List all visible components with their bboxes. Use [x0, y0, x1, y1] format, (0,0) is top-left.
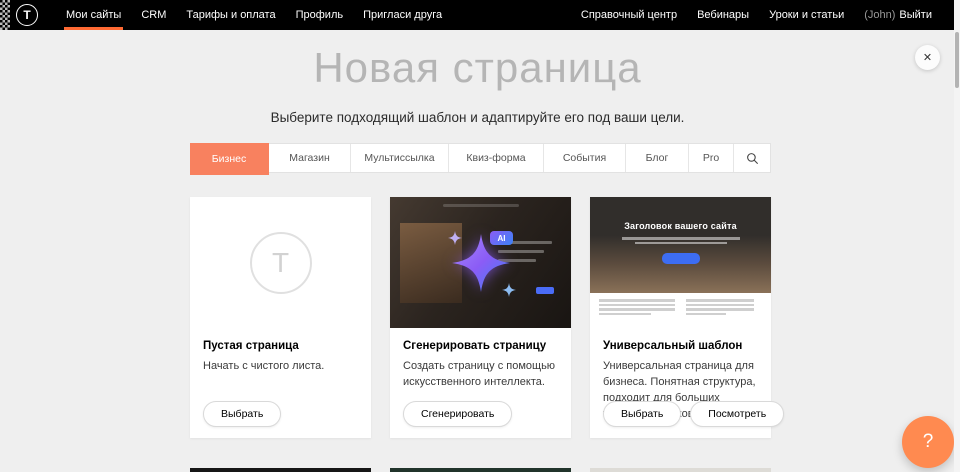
preview-text-line [599, 299, 675, 302]
preview-text-line [686, 308, 754, 311]
small-sparkle-icon [502, 283, 516, 297]
help-button[interactable]: ? [902, 416, 954, 468]
logout-link[interactable]: (John) Выйти [854, 0, 942, 30]
page-title: Новая страница [0, 44, 955, 92]
nav-tariffs[interactable]: Тарифы и оплата [176, 0, 285, 30]
card-body: Сгенерировать страницу Создать страницу … [390, 328, 571, 391]
left-edge-pattern [0, 0, 10, 30]
small-sparkle-icon [448, 231, 462, 245]
card-description: Создать страницу с помощью искусственног… [403, 359, 558, 391]
card-title: Универсальный шаблон [603, 340, 758, 352]
choose-blank-button[interactable]: Выбрать [203, 401, 281, 427]
preview-hero: Заголовок вашего сайта [590, 197, 771, 293]
preview-text-line [686, 304, 754, 307]
nav-webinars[interactable]: Вебинары [687, 0, 759, 30]
tab-business[interactable]: Бизнес [190, 143, 269, 175]
card-universal-template: Заголовок вашего сайта [590, 197, 771, 438]
account-user-name: (John) [864, 9, 895, 21]
card-generate-page: AI Сгенерировать страницу Создать страни… [390, 197, 571, 438]
preview-button-block [536, 287, 554, 294]
scrollbar-track [954, 0, 960, 472]
ai-generate-preview: AI [390, 197, 571, 328]
card-description: Начать с чистого листа. [203, 359, 358, 375]
tab-events[interactable]: События [544, 144, 626, 172]
template-cards-row: T Пустая страница Начать с чистого листа… [190, 197, 771, 438]
preview-text-line [686, 313, 726, 316]
preview-site-heading: Заголовок вашего сайта [590, 221, 771, 231]
nav-profile[interactable]: Профиль [286, 0, 354, 30]
card-title: Пустая страница [203, 340, 358, 352]
generate-button[interactable]: Сгенерировать [403, 401, 512, 427]
logout-label: Выйти [899, 9, 932, 21]
tilda-watermark-icon: T [250, 232, 312, 294]
preview-subtext-line [635, 242, 727, 245]
preview-text-line [599, 308, 675, 311]
tab-multilink[interactable]: Мультиссылка [351, 144, 449, 172]
template-card-partial[interactable] [590, 468, 771, 472]
preview-text-line [599, 313, 651, 316]
template-card-partial[interactable] [390, 468, 571, 472]
choose-template-button[interactable]: Выбрать [603, 401, 681, 427]
search-icon [746, 152, 759, 165]
preview-subtext-line [622, 237, 740, 240]
card-buttons: Выбрать Посмотреть [603, 401, 784, 427]
card-buttons: Выбрать [203, 401, 281, 427]
nav-invite-friend[interactable]: Пригласи друга [353, 0, 452, 30]
nav-my-sites[interactable]: Мои сайты [56, 0, 131, 30]
next-templates-row [190, 468, 771, 472]
blank-page-preview: T [190, 197, 371, 328]
tab-quiz-form[interactable]: Квиз-форма [449, 144, 544, 172]
preview-text-line [686, 299, 754, 302]
tab-blog[interactable]: Блог [626, 144, 689, 172]
new-page-modal-screen: T Мои сайты CRM Тарифы и оплата Профиль … [0, 0, 960, 472]
template-card-partial[interactable] [190, 468, 371, 472]
universal-template-preview: Заголовок вашего сайта [590, 197, 771, 328]
nav-crm[interactable]: CRM [131, 0, 176, 30]
preview-template-button[interactable]: Посмотреть [690, 401, 784, 427]
category-tabs: Бизнес Магазин Мультиссылка Квиз-форма С… [190, 143, 771, 173]
main-menu: Мои сайты CRM Тарифы и оплата Профиль Пр… [56, 0, 452, 30]
nav-lessons[interactable]: Уроки и статьи [759, 0, 854, 30]
card-blank-page: T Пустая страница Начать с чистого листа… [190, 197, 371, 438]
card-buttons: Сгенерировать [403, 401, 512, 427]
card-title: Сгенерировать страницу [403, 340, 558, 352]
preview-text-section [590, 293, 771, 328]
secondary-menu: Справочный центр Вебинары Уроки и статьи… [571, 0, 942, 30]
preview-text-line [599, 304, 675, 307]
scrollbar-thumb[interactable] [955, 32, 959, 88]
preview-nav-line [443, 204, 519, 207]
nav-help-center[interactable]: Справочный центр [571, 0, 687, 30]
top-navigation: T Мои сайты CRM Тарифы и оплата Профиль … [0, 0, 960, 30]
tab-search[interactable] [734, 144, 770, 172]
page-subtitle: Выберите подходящий шаблон и адаптируйте… [0, 110, 955, 125]
card-body: Пустая страница Начать с чистого листа. [190, 328, 371, 375]
preview-cta-button-block [662, 253, 700, 264]
ai-badge: AI [490, 231, 513, 245]
tab-pro[interactable]: Pro [689, 144, 734, 172]
tilda-logo[interactable]: T [16, 4, 38, 26]
tab-shop[interactable]: Магазин [269, 144, 351, 172]
